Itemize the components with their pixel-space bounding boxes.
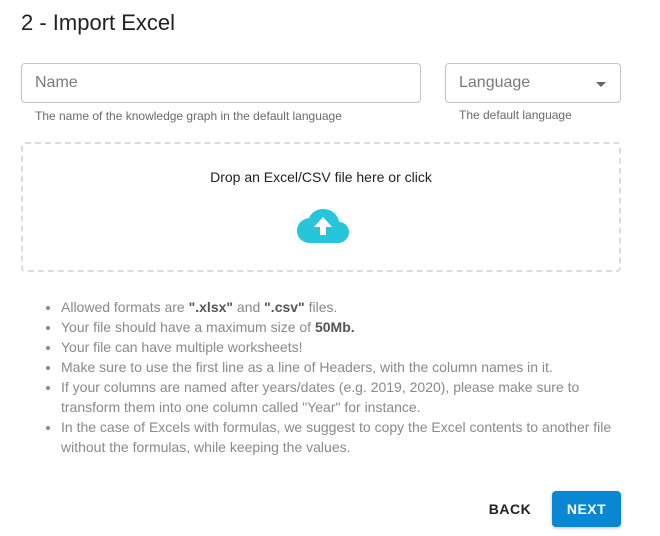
list-item: Make sure to use the first line as a lin… [61, 357, 631, 377]
file-dropzone[interactable]: Drop an Excel/CSV file here or click [21, 142, 621, 272]
next-button[interactable]: NEXT [552, 491, 621, 527]
list-item: Allowed formats are ".xlsx" and ".csv" f… [61, 297, 631, 317]
name-helper-text: The name of the knowledge graph in the d… [35, 109, 342, 123]
name-input[interactable] [22, 64, 420, 102]
list-item: Your file should have a maximum size of … [61, 317, 631, 337]
name-field[interactable] [21, 63, 421, 103]
import-rules-list: Allowed formats are ".xlsx" and ".csv" f… [61, 297, 631, 457]
cloud-upload-icon [297, 209, 349, 243]
list-item: In the case of Excels with formulas, we … [61, 417, 631, 457]
language-select-value: Language [459, 74, 531, 91]
chevron-down-icon [596, 82, 606, 87]
dropzone-text: Drop an Excel/CSV file here or click [210, 169, 432, 185]
back-button[interactable]: BACK [478, 491, 542, 527]
language-select[interactable]: Language [445, 63, 621, 103]
list-item: If your columns are named after years/da… [61, 377, 631, 417]
page-title: 2 - Import Excel [21, 10, 176, 35]
language-helper-text: The default language [459, 108, 572, 122]
list-item: Your file can have multiple worksheets! [61, 337, 631, 357]
